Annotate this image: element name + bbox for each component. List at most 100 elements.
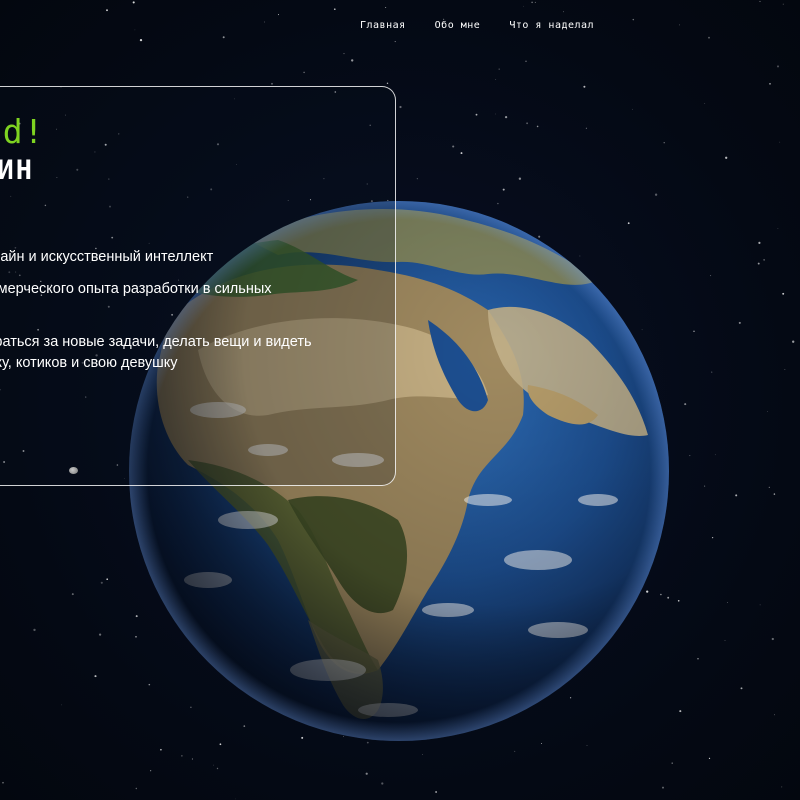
star (704, 103, 706, 104)
star (693, 330, 695, 332)
star (502, 188, 505, 191)
star (386, 82, 389, 85)
star (784, 369, 786, 370)
star (61, 704, 63, 706)
star (708, 36, 710, 39)
star (704, 485, 706, 487)
nav-home-link[interactable]: Главная (360, 20, 406, 31)
star (381, 782, 384, 785)
star (763, 259, 765, 261)
star (677, 599, 680, 602)
top-navigation: Главная Обо мне Что я наделал (360, 20, 594, 31)
star (98, 633, 102, 636)
star (740, 687, 743, 690)
star (779, 141, 781, 143)
star (495, 79, 497, 80)
hero-name: ОВИН (0, 155, 35, 186)
star (435, 791, 437, 793)
star (776, 65, 780, 68)
star (460, 152, 463, 155)
star (711, 536, 714, 539)
star (654, 193, 658, 196)
star (160, 748, 162, 751)
star (213, 764, 214, 766)
star (708, 757, 711, 760)
star (416, 178, 418, 180)
star (526, 122, 529, 125)
star (710, 275, 712, 277)
star (518, 177, 522, 180)
star (781, 786, 783, 788)
star (303, 71, 305, 74)
bio-line-hobbies: ты, браться за новые задачи, делать вещи… (0, 332, 312, 374)
star (534, 1, 536, 3)
star (679, 710, 682, 713)
star (759, 604, 761, 606)
nav-about-link[interactable]: Обо мне (435, 20, 481, 31)
star (150, 770, 152, 772)
star (632, 18, 635, 21)
star (514, 750, 516, 752)
star (586, 745, 588, 746)
star (583, 85, 586, 88)
star (94, 675, 97, 678)
star (333, 8, 336, 11)
star (679, 24, 681, 26)
bio-line-hobbies-1: ты, браться за новые задачи, делать вещи… (0, 334, 312, 350)
star (523, 5, 524, 7)
star (495, 113, 496, 115)
star (585, 127, 587, 129)
star (773, 714, 776, 716)
star (726, 602, 728, 604)
star (725, 156, 728, 159)
star (724, 640, 726, 641)
star (662, 786, 664, 789)
star (106, 9, 108, 12)
star (525, 60, 527, 63)
star (536, 125, 539, 128)
star (191, 758, 193, 760)
star (216, 767, 219, 770)
star (222, 36, 225, 39)
star (735, 494, 738, 497)
star (2, 781, 4, 784)
bio-line-experience: а коммерческого опыта разработки в сильн… (0, 281, 272, 297)
star (671, 762, 673, 764)
star (139, 38, 143, 42)
hero-intro-card: rld! ОВИН а, дизайн и искусственный инте… (0, 86, 396, 486)
star (271, 82, 273, 85)
star (475, 113, 478, 116)
star (343, 53, 345, 55)
hero-greeting: rld! (0, 112, 45, 151)
star (758, 241, 761, 244)
star (452, 145, 455, 148)
star (422, 754, 423, 755)
moon-dot-icon (69, 467, 78, 474)
star (181, 755, 183, 757)
star (768, 486, 770, 488)
nav-projects-link[interactable]: Что я наделал (509, 20, 594, 31)
star (134, 29, 136, 31)
star (759, 0, 761, 3)
star (277, 14, 280, 16)
star (235, 798, 236, 800)
star (767, 411, 768, 412)
star (541, 743, 542, 744)
star (757, 262, 760, 265)
star (504, 115, 508, 119)
star (100, 581, 103, 584)
bio-line-hobbies-2: музыку, котиков и свою девушку (0, 355, 178, 371)
star (792, 340, 795, 343)
star (132, 1, 135, 4)
star (782, 3, 784, 5)
star (498, 68, 500, 70)
star (33, 628, 36, 632)
star (663, 142, 665, 144)
star (385, 7, 387, 8)
star (399, 105, 402, 109)
star (219, 743, 222, 746)
bio-line-interests: а, дизайн и искусственный интеллект (0, 249, 214, 265)
star (264, 21, 265, 23)
star (711, 371, 713, 373)
star (71, 593, 74, 596)
